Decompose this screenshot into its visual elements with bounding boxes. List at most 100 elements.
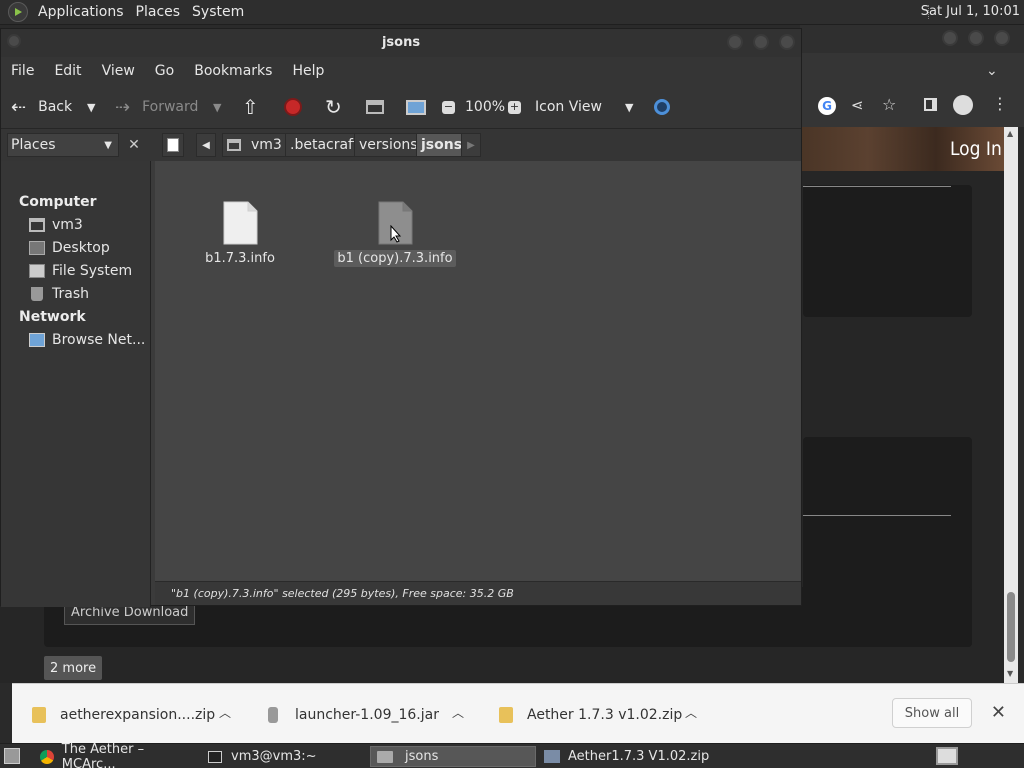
trash-icon	[31, 287, 43, 301]
chevron-up-icon[interactable]: ︿	[452, 704, 464, 721]
minimize-button[interactable]	[942, 30, 958, 46]
top-panel: Applications Places System Sat Jul 1, 10…	[0, 0, 1024, 25]
window-title: jsons	[381, 35, 421, 50]
back-history-dropdown-icon[interactable]: ▼	[87, 95, 95, 119]
file-view[interactable]: b1.7.3.info b1 (copy).7.3.info	[155, 161, 801, 581]
scroll-down-icon[interactable]: ▼	[1007, 669, 1013, 678]
path-scroll-left-icon[interactable]: ◀	[196, 133, 216, 157]
file-item[interactable]: b1.7.3.info	[185, 201, 295, 267]
sidebar-item-file-system[interactable]: File System	[29, 261, 132, 281]
zoom-level[interactable]: 100%	[465, 95, 505, 119]
clock[interactable]: Sat Jul 1, 10:01	[921, 4, 1020, 19]
close-icon[interactable]: ✕	[991, 702, 1006, 723]
up-arrow-icon[interactable]: ⇧	[242, 95, 259, 119]
breadcrumb-versions[interactable]: versions	[354, 133, 423, 157]
sidebar-mode-select[interactable]: Places ▼	[7, 133, 119, 157]
page-scrollbar[interactable]: ▲ ▼	[1004, 127, 1018, 683]
reload-icon[interactable]: ↻	[325, 95, 342, 119]
breadcrumb-jsons[interactable]: jsons	[416, 133, 468, 157]
minimize-button[interactable]	[727, 34, 743, 50]
download-item[interactable]: launcher-1.09_16.jar	[268, 704, 439, 726]
window-titlebar[interactable]: jsons	[1, 29, 801, 57]
login-link[interactable]: Log In	[950, 138, 1002, 160]
toggle-location-entry-button[interactable]	[162, 133, 184, 157]
sidebar-item-trash[interactable]: Trash	[29, 284, 89, 304]
file-name: b1.7.3.info	[205, 251, 275, 266]
menu-edit[interactable]: Edit	[44, 63, 91, 79]
sidebar-item-label: Desktop	[52, 240, 110, 256]
task-terminal[interactable]: vm3@vm3:~	[202, 746, 368, 767]
breadcrumb-vm3[interactable]: vm3	[222, 133, 287, 157]
breadcrumb-betacraft[interactable]: .betacraft	[285, 133, 364, 157]
maximize-button[interactable]	[968, 30, 984, 46]
network-icon	[29, 333, 45, 347]
forward-button[interactable]: ⇢ Forward	[115, 95, 198, 119]
show-all-button[interactable]: Show all	[892, 698, 972, 728]
bookmark-star-icon[interactable]: ☆	[882, 95, 896, 114]
download-item[interactable]: Aether 1.7.3 v1.02.zip	[499, 704, 682, 726]
forward-history-dropdown-icon[interactable]: ▼	[213, 95, 221, 119]
path-bar: Places ▼ ✕ ◀ vm3 .betacraft versions jso…	[1, 129, 801, 161]
jar-file-icon	[268, 707, 278, 723]
scrollbar-thumb[interactable]	[1007, 592, 1015, 662]
back-arrow-icon: ⇠	[11, 96, 27, 118]
system-menu[interactable]: System	[186, 4, 250, 20]
view-mode-select[interactable]: Icon View	[535, 95, 602, 119]
menu-view[interactable]: View	[92, 63, 145, 79]
places-menu[interactable]: Places	[130, 4, 187, 20]
folder-icon	[377, 750, 393, 763]
search-button[interactable]	[654, 95, 670, 119]
view-mode-dropdown-icon[interactable]: ▼	[625, 95, 633, 119]
close-button[interactable]	[994, 30, 1010, 46]
sidebar-item-desktop[interactable]: Desktop	[29, 238, 110, 258]
computer-icon	[406, 99, 426, 115]
profile-avatar-icon[interactable]	[953, 95, 973, 115]
applications-menu[interactable]: Applications	[32, 4, 130, 20]
toolbar: ⇠ Back ▼ ⇢ Forward ▼ ⇧ ↻ − 100% + Icon V…	[1, 85, 801, 129]
menu-file[interactable]: File	[1, 63, 44, 79]
chrome-menu-icon[interactable]: ⋮	[992, 94, 1008, 113]
task-archive-manager[interactable]: Aether1.7.3 V1.02.zip	[538, 746, 718, 767]
menu-help[interactable]: Help	[282, 63, 334, 79]
desktop-icon	[29, 241, 45, 255]
sidebar-item-browse-network[interactable]: Browse Net...	[29, 330, 145, 350]
back-button[interactable]: ⇠ Back	[11, 95, 72, 119]
mouse-cursor-icon	[390, 225, 402, 243]
taskbar: The Aether – MCArc... vm3@vm3:~ jsons Ae…	[0, 742, 1024, 768]
more-button[interactable]: 2 more	[44, 656, 103, 680]
chevron-up-icon[interactable]: ︿	[219, 704, 231, 721]
close-button[interactable]	[779, 34, 795, 50]
menu-bookmarks[interactable]: Bookmarks	[184, 63, 282, 79]
chrome-toolbar: ⌄ G ⋖ ☆ ⋮	[800, 53, 1024, 127]
task-file-manager[interactable]: jsons	[370, 746, 536, 767]
maximize-button[interactable]	[753, 34, 769, 50]
download-shelf: aetherexpansion....zip ︿ launcher-1.09_1…	[12, 683, 1024, 743]
task-chrome[interactable]: The Aether – MCArc...	[34, 742, 200, 768]
chevron-up-icon[interactable]: ︿	[685, 704, 697, 721]
home-folder-icon	[29, 218, 45, 232]
stop-button[interactable]	[284, 95, 302, 119]
show-desktop-icon[interactable]	[4, 748, 20, 764]
breadcrumb-label: jsons	[421, 137, 463, 153]
tab-list-chevron-icon[interactable]: ⌄	[986, 63, 998, 79]
back-label: Back	[38, 99, 73, 115]
menu-go[interactable]: Go	[145, 63, 184, 79]
home-button[interactable]	[366, 95, 384, 119]
google-lens-icon[interactable]: G	[818, 97, 836, 115]
distro-logo-icon[interactable]	[8, 2, 28, 22]
close-sidebar-icon[interactable]: ✕	[123, 133, 145, 157]
computer-button[interactable]	[406, 95, 426, 119]
share-icon[interactable]: ⋖	[851, 96, 864, 114]
path-scroll-right-icon[interactable]: ▶	[461, 133, 481, 157]
chrome-titlebar	[800, 25, 1024, 53]
zoom-in-button[interactable]: +	[508, 95, 521, 119]
zoom-out-button[interactable]: −	[442, 95, 455, 119]
places-sidebar: Computer vm3 Desktop File System Trash N…	[1, 161, 151, 607]
sidebar-item-vm3[interactable]: vm3	[29, 215, 83, 235]
side-panel-icon[interactable]	[924, 98, 937, 111]
workspace-switcher[interactable]	[936, 747, 958, 765]
sidebar-item-label: File System	[52, 263, 133, 279]
breadcrumb-label: versions	[359, 137, 418, 153]
scroll-up-icon[interactable]: ▲	[1007, 129, 1013, 138]
download-item[interactable]: aetherexpansion....zip	[32, 704, 215, 726]
